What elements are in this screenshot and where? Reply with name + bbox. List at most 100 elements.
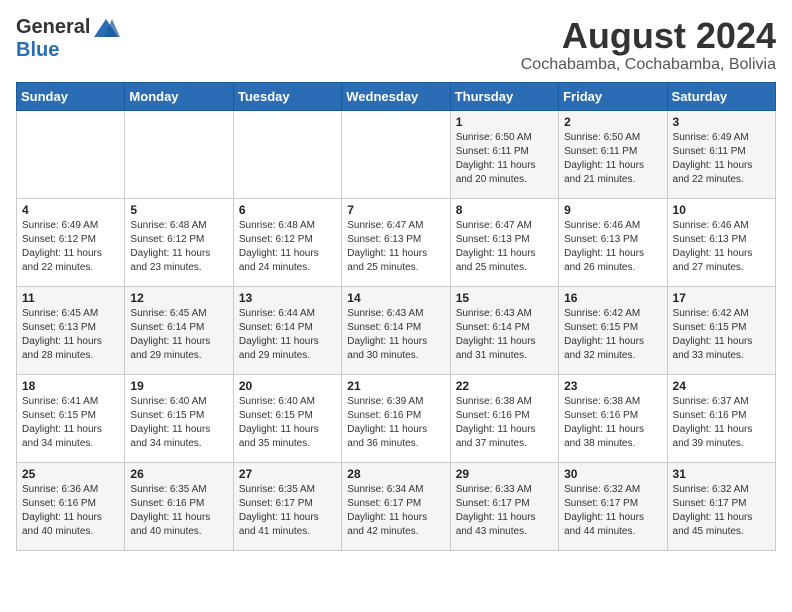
day-number: 2 (564, 115, 661, 129)
day-info: Sunrise: 6:40 AMSunset: 6:15 PMDaylight:… (239, 395, 336, 451)
header-cell-thursday: Thursday (450, 82, 558, 110)
day-info: Sunrise: 6:43 AMSunset: 6:14 PMDaylight:… (456, 307, 553, 363)
calendar-cell: 3Sunrise: 6:49 AMSunset: 6:11 PMDaylight… (667, 110, 775, 198)
day-info: Sunrise: 6:36 AMSunset: 6:16 PMDaylight:… (22, 483, 119, 539)
day-info: Sunrise: 6:44 AMSunset: 6:14 PMDaylight:… (239, 307, 336, 363)
calendar-week-1: 1 Sunrise: 6:50 AMSunset: 6:11 PMDaylight… (17, 110, 776, 198)
day-info: Sunrise: 6:38 AMSunset: 6:16 PMDaylight:… (564, 395, 661, 451)
day-number: 12 (130, 291, 227, 305)
day-number: 20 (239, 379, 336, 393)
calendar-cell: 31 Sunrise: 6:32 AMSunset: 6:17 PMDayligh… (667, 462, 775, 550)
calendar-header-row: SundayMondayTuesdayWednesdayThursdayFrid… (17, 82, 776, 110)
header-cell-tuesday: Tuesday (233, 82, 341, 110)
calendar-cell: 23Sunrise: 6:38 AMSunset: 6:16 PMDayligh… (559, 374, 667, 462)
day-number: 11 (22, 291, 119, 305)
day-number: 15 (456, 291, 553, 305)
day-number: 6 (239, 203, 336, 217)
day-number: 9 (564, 203, 661, 217)
calendar-cell: 10Sunrise: 6:46 AMSunset: 6:13 PMDayligh… (667, 198, 775, 286)
day-info: Sunrise: 6:32 AMSunset: 6:17 PMDaylight:… (673, 483, 770, 539)
calendar-cell: 29 Sunrise: 6:33 AMSunset: 6:17 PMDayligh… (450, 462, 558, 550)
day-number: 27 (239, 467, 336, 481)
day-info: Sunrise: 6:50 AMSunset: 6:11 PMDaylight:… (456, 131, 553, 187)
title-block: August 2024 Cochabamba, Cochabamba, Boli… (521, 16, 776, 74)
day-info: Sunrise: 6:38 AMSunset: 6:16 PMDaylight:… (456, 395, 553, 451)
calendar-cell: 16 Sunrise: 6:42 AMSunset: 6:15 PMDayligh… (559, 286, 667, 374)
day-number: 7 (347, 203, 444, 217)
calendar-cell: 5 Sunrise: 6:48 AMSunset: 6:12 PMDaylight… (125, 198, 233, 286)
calendar-cell: 19 Sunrise: 6:40 AMSunset: 6:15 PMDayligh… (125, 374, 233, 462)
day-info: Sunrise: 6:33 AMSunset: 6:17 PMDaylight:… (456, 483, 553, 539)
header-cell-wednesday: Wednesday (342, 82, 450, 110)
calendar-cell (125, 110, 233, 198)
day-info: Sunrise: 6:47 AMSunset: 6:13 PMDaylight:… (456, 219, 553, 275)
day-number: 29 (456, 467, 553, 481)
day-info: Sunrise: 6:41 AMSunset: 6:15 PMDaylight:… (22, 395, 119, 451)
calendar-cell: 4 Sunrise: 6:49 AMSunset: 6:12 PMDaylight… (17, 198, 125, 286)
day-info: Sunrise: 6:43 AMSunset: 6:14 PMDaylight:… (347, 307, 444, 363)
day-number: 13 (239, 291, 336, 305)
day-number: 4 (22, 203, 119, 217)
calendar-cell: 7 Sunrise: 6:47 AMSunset: 6:13 PMDaylight… (342, 198, 450, 286)
logo-blue: Blue (16, 39, 59, 62)
calendar-cell: 11 Sunrise: 6:45 AMSunset: 6:13 PMDayligh… (17, 286, 125, 374)
month-title: August 2024 (521, 16, 776, 56)
day-info: Sunrise: 6:49 AMSunset: 6:12 PMDaylight:… (22, 219, 119, 275)
calendar-cell: 14Sunrise: 6:43 AMSunset: 6:14 PMDayligh… (342, 286, 450, 374)
day-info: Sunrise: 6:47 AMSunset: 6:13 PMDaylight:… (347, 219, 444, 275)
day-number: 19 (130, 379, 227, 393)
day-number: 17 (673, 291, 770, 305)
day-info: Sunrise: 6:42 AMSunset: 6:15 PMDaylight:… (564, 307, 661, 363)
day-number: 30 (564, 467, 661, 481)
calendar-cell: 26Sunrise: 6:35 AMSunset: 6:16 PMDayligh… (125, 462, 233, 550)
day-number: 25 (22, 467, 119, 481)
calendar-week-3: 11 Sunrise: 6:45 AMSunset: 6:13 PMDayligh… (17, 286, 776, 374)
calendar-cell: 21 Sunrise: 6:39 AMSunset: 6:16 PMDayligh… (342, 374, 450, 462)
calendar-week-2: 4 Sunrise: 6:49 AMSunset: 6:12 PMDaylight… (17, 198, 776, 286)
day-number: 18 (22, 379, 119, 393)
day-number: 8 (456, 203, 553, 217)
day-info: Sunrise: 6:48 AMSunset: 6:12 PMDaylight:… (130, 219, 227, 275)
day-number: 24 (673, 379, 770, 393)
calendar-cell: 8 Sunrise: 6:47 AMSunset: 6:13 PMDaylight… (450, 198, 558, 286)
day-number: 16 (564, 291, 661, 305)
calendar-cell: 15 Sunrise: 6:43 AMSunset: 6:14 PMDayligh… (450, 286, 558, 374)
day-info: Sunrise: 6:35 AMSunset: 6:16 PMDaylight:… (130, 483, 227, 539)
logo-general: General (16, 16, 90, 39)
day-info: Sunrise: 6:48 AMSunset: 6:12 PMDaylight:… (239, 219, 336, 275)
calendar-cell: 2 Sunrise: 6:50 AMSunset: 6:11 PMDaylight… (559, 110, 667, 198)
day-info: Sunrise: 6:49 AMSunset: 6:11 PMDaylight:… (673, 131, 770, 187)
header-cell-monday: Monday (125, 82, 233, 110)
calendar-table: SundayMondayTuesdayWednesdayThursdayFrid… (16, 82, 776, 551)
day-info: Sunrise: 6:42 AMSunset: 6:15 PMDaylight:… (673, 307, 770, 363)
day-number: 21 (347, 379, 444, 393)
calendar-cell: 6 Sunrise: 6:48 AMSunset: 6:12 PMDaylight… (233, 198, 341, 286)
day-info: Sunrise: 6:45 AMSunset: 6:13 PMDaylight:… (22, 307, 119, 363)
calendar-cell: 28Sunrise: 6:34 AMSunset: 6:17 PMDayligh… (342, 462, 450, 550)
calendar-cell (233, 110, 341, 198)
calendar-cell: 25 Sunrise: 6:36 AMSunset: 6:16 PMDayligh… (17, 462, 125, 550)
header-cell-friday: Friday (559, 82, 667, 110)
location-title: Cochabamba, Cochabamba, Bolivia (521, 56, 776, 74)
day-info: Sunrise: 6:40 AMSunset: 6:15 PMDaylight:… (130, 395, 227, 451)
day-info: Sunrise: 6:46 AMSunset: 6:13 PMDaylight:… (564, 219, 661, 275)
logo-icon (92, 17, 120, 39)
day-info: Sunrise: 6:39 AMSunset: 6:16 PMDaylight:… (347, 395, 444, 451)
day-number: 5 (130, 203, 227, 217)
calendar-cell (17, 110, 125, 198)
day-info: Sunrise: 6:35 AMSunset: 6:17 PMDaylight:… (239, 483, 336, 539)
header-cell-sunday: Sunday (17, 82, 125, 110)
calendar-cell: 24Sunrise: 6:37 AMSunset: 6:16 PMDayligh… (667, 374, 775, 462)
day-number: 10 (673, 203, 770, 217)
calendar-body: 1 Sunrise: 6:50 AMSunset: 6:11 PMDaylight… (17, 110, 776, 550)
calendar-cell: 1 Sunrise: 6:50 AMSunset: 6:11 PMDaylight… (450, 110, 558, 198)
day-number: 1 (456, 115, 553, 129)
logo: General Blue (16, 16, 120, 62)
calendar-cell: 17 Sunrise: 6:42 AMSunset: 6:15 PMDayligh… (667, 286, 775, 374)
day-number: 31 (673, 467, 770, 481)
day-info: Sunrise: 6:50 AMSunset: 6:11 PMDaylight:… (564, 131, 661, 187)
calendar-week-5: 25 Sunrise: 6:36 AMSunset: 6:16 PMDayligh… (17, 462, 776, 550)
day-info: Sunrise: 6:45 AMSunset: 6:14 PMDaylight:… (130, 307, 227, 363)
day-number: 28 (347, 467, 444, 481)
calendar-cell: 9 Sunrise: 6:46 AMSunset: 6:13 PMDaylight… (559, 198, 667, 286)
